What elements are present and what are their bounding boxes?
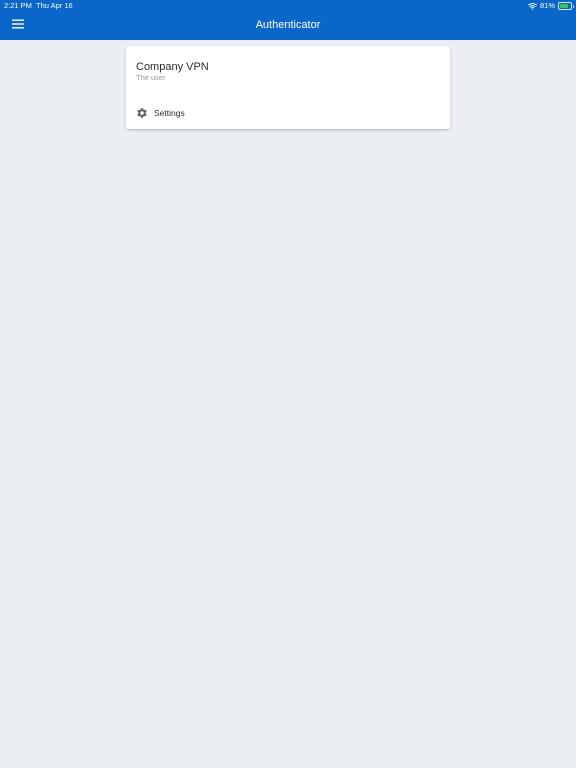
- gear-icon: [136, 107, 148, 119]
- status-time: 2:21 PM: [4, 1, 32, 10]
- battery-percentage: 81%: [539, 1, 555, 10]
- status-indicators: 81%: [527, 0, 574, 12]
- battery-charging-icon: [558, 2, 574, 10]
- battery-level-fill: [560, 4, 569, 8]
- account-user: The user: [136, 73, 166, 82]
- settings-label: Settings: [154, 108, 185, 118]
- account-name: Company VPN: [136, 61, 209, 73]
- account-card[interactable]: Company VPN The user Settings: [126, 46, 450, 129]
- settings-button[interactable]: Settings: [136, 106, 185, 120]
- status-bar: 2:21 PM Thu Apr 16 81%: [0, 0, 576, 12]
- status-date: Thu Apr 16: [36, 1, 73, 10]
- page-title: Authenticator: [255, 19, 321, 31]
- app-header: 2:21 PM Thu Apr 16 81% Authenticator: [0, 0, 576, 40]
- wifi-icon: [527, 2, 537, 10]
